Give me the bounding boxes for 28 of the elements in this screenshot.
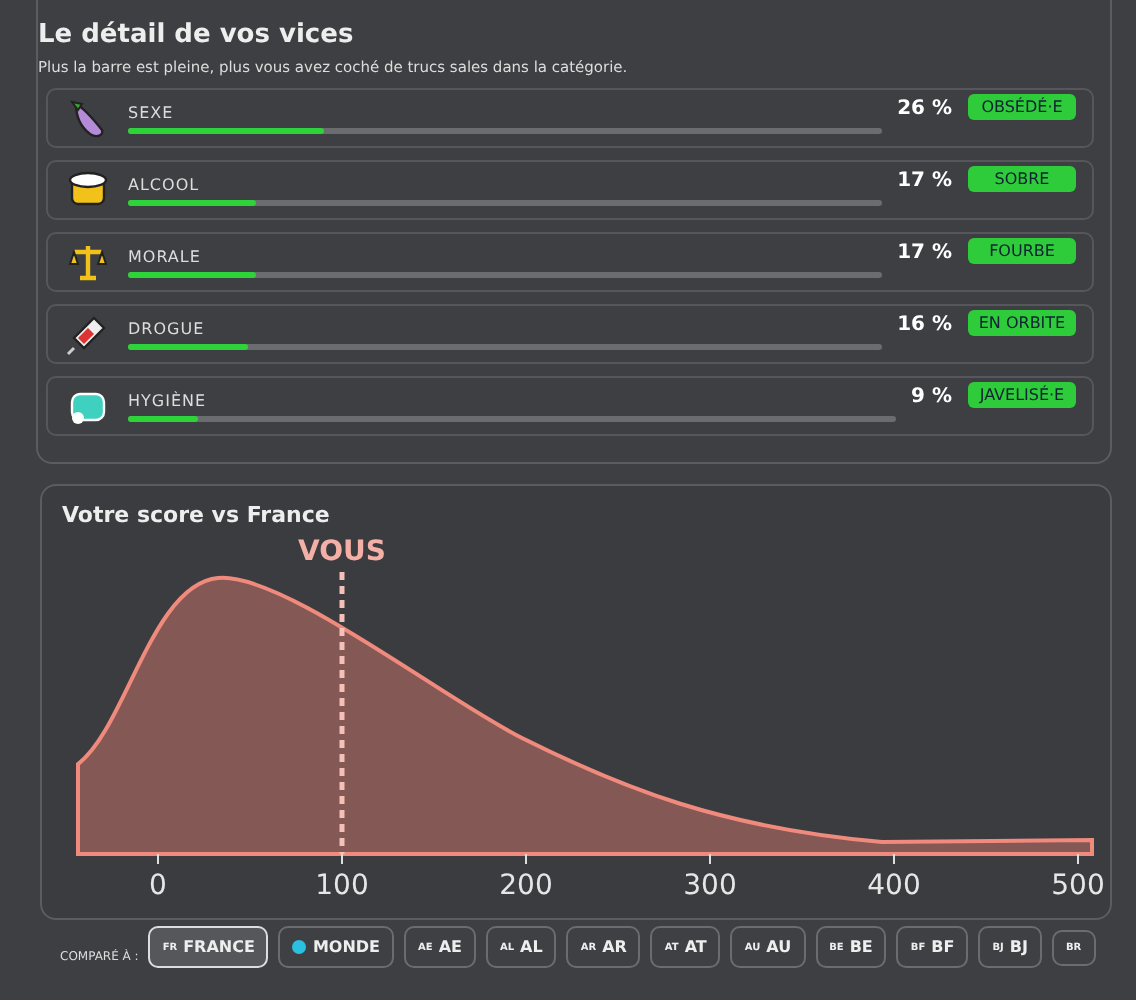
- axis-tick-label: 200: [499, 870, 553, 902]
- axis-tick-label: 500: [1051, 870, 1105, 902]
- vice-label: ALCOOL: [128, 175, 202, 193]
- axis-tick-label: 300: [683, 870, 737, 902]
- syringe-icon: [66, 312, 110, 356]
- percent-value: 9 %: [911, 386, 952, 408]
- axis-tick-label: 100: [315, 870, 369, 902]
- axis-tick-label: 400: [867, 870, 921, 902]
- status-badge: SOBRE: [968, 166, 1076, 192]
- status-badge: EN ORBITE: [968, 310, 1076, 336]
- vice-label: MORALE: [128, 247, 203, 265]
- scales-icon: [66, 240, 110, 284]
- marker-label: VOUS: [298, 536, 386, 568]
- chart-title: Votre score vs France: [62, 502, 332, 528]
- vice-label: HYGIÈNE: [128, 391, 209, 409]
- vice-label: SEXE: [128, 103, 176, 121]
- status-badge: FOURBE: [968, 238, 1076, 264]
- axis-tick-label: 0: [149, 870, 167, 902]
- compare-option[interactable]: MONDE: [278, 926, 395, 968]
- panel-title: Le détail de vos vices: [38, 20, 356, 50]
- percent-value: 17 %: [897, 242, 952, 264]
- percent-value: 17 %: [897, 170, 952, 192]
- globe-icon: [292, 940, 307, 954]
- vice-label: DROGUE: [128, 319, 207, 337]
- status-badge: OBSÉDÉ·E: [968, 94, 1076, 120]
- percent-value: 16 %: [897, 314, 952, 336]
- percent-value: 26 %: [897, 98, 952, 120]
- status-badge: JAVELISÉ·E: [968, 382, 1076, 408]
